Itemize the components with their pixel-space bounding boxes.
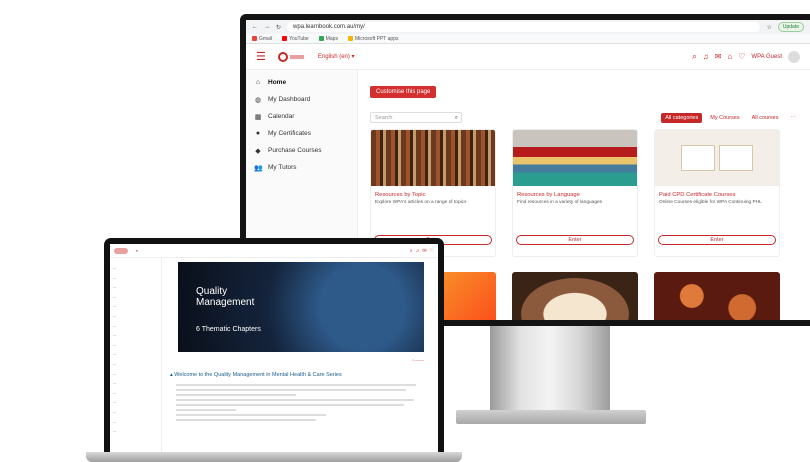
bell-icon[interactable]: ♫ [416,248,420,254]
gmail-icon [252,36,257,41]
sidebar-item[interactable]: — [110,379,161,389]
card-open-book-image[interactable] [512,272,638,320]
bookmarks-bar: Gmail YouTube Maps Microsoft PPT apps [246,34,810,44]
customise-page-button[interactable]: Customise this page [370,86,437,98]
monitor-stand [490,326,610,414]
sidebar-item[interactable]: — [110,389,161,399]
sidebar-item[interactable]: — [110,360,161,370]
language-selector[interactable]: ▾ [136,249,138,253]
bookmark-gmail[interactable]: Gmail [252,36,272,42]
search-icon: ⌕ [454,115,458,121]
sidebar-item[interactable]: — [110,341,161,351]
laptop-main-content: Quality Management 6 Thematic Chapters ▪… [168,262,434,424]
sidebar-item[interactable]: — [110,398,161,408]
menu-icon[interactable]: ☰ [256,50,266,63]
card-virus-image[interactable] [654,272,780,320]
forward-icon[interactable]: → [264,24,270,30]
chat-icon[interactable]: ✉ [422,248,426,254]
users-icon: 👥 [254,164,263,172]
laptop-sidebar: — — — — — — — — — — — — — — — — — — [110,258,162,454]
sidebar-item[interactable]: — [110,283,161,293]
sidebar-item[interactable]: — [110,302,161,312]
sidebar-item[interactable]: — [110,350,161,360]
category-filters: All categories My Courses All courses ⋯ [661,112,801,123]
app-header: ☰ English (en) ▾ ⌕ ♫ ✉ ⌂ ♡ WPA Guest [246,44,810,70]
bell-icon[interactable]: ♫ [703,52,709,61]
sidebar-item[interactable]: — [110,418,161,428]
card-resources-language[interactable]: Resources by Language Find resources in … [512,129,638,257]
sidebar-item-home[interactable]: ⌂ Home [246,74,357,91]
dashboard-icon: ◍ [254,96,262,104]
basket-icon[interactable]: ⌂ [727,52,732,61]
bookshelf-image [371,130,495,186]
youtube-icon [282,36,288,41]
user-name[interactable]: WPA Guest [751,54,782,60]
maps-icon [318,36,324,41]
search-icon[interactable]: ⌕ [692,52,696,62]
search-icon[interactable]: ⌕ [410,248,413,254]
home-icon: ⌂ [255,79,261,86]
laptop-screen: ▾ ⌕ ♫ ✉ ♡ — — — — — — — — — — — — — — — … [110,244,438,454]
more-icon[interactable]: ⋯ [787,113,801,123]
heart-icon[interactable]: ♡ [430,248,434,254]
filter-my-courses[interactable]: My Courses [706,113,743,123]
welcome-text [168,384,434,421]
search-input[interactable]: Search ⌕ [370,112,462,123]
filter-all-courses[interactable]: All courses [748,113,783,123]
language-selector[interactable]: English (en) ▾ [318,53,355,60]
star-icon[interactable]: ☆ [766,24,771,31]
main-content: Customise this page Search ⌕ All categori… [370,80,800,257]
avatar[interactable] [788,50,800,63]
bookmark-microsoft[interactable]: Microsoft PPT apps [347,36,399,42]
sidebar-item-purchase[interactable]: ◆ Purchase Courses [246,142,357,159]
laptop-base [86,452,462,462]
sidebar-item-dashboard[interactable]: ◍ My Dashboard [246,91,357,108]
edit-link[interactable]: ▪ ——— [168,358,434,362]
sidebar-item[interactable]: — [110,331,161,341]
bookmark-maps[interactable]: Maps [318,36,338,42]
sidebar-item[interactable]: — [110,427,161,437]
banner-title: Quality Management [196,286,255,308]
microsoft-icon [347,36,353,41]
update-button[interactable]: Update [777,22,804,32]
enter-button[interactable]: Enter [516,235,634,245]
tag-icon: ◆ [255,147,261,155]
sidebar-item[interactable]: — [110,312,161,322]
course-banner: Quality Management 6 Thematic Chapters [178,262,424,352]
address-bar[interactable]: wpa.learnbook.com.au/my/ [287,22,761,32]
sidebar-item[interactable]: — [110,370,161,380]
site-logo[interactable] [114,247,128,254]
calendar-icon: ▦ [254,113,262,121]
header-icons: ⌕ ♫ ✉ ⌂ ♡ WPA Guest [692,50,800,63]
certificate-icon: ● [255,130,261,137]
sidebar-item-certificates[interactable]: ● My Certificates [246,125,357,142]
filter-row: Search ⌕ All categories My Courses All co… [370,112,800,123]
sidebar-item[interactable]: — [110,322,161,332]
language-books-image [513,130,637,186]
heart-icon[interactable]: ♡ [738,52,745,61]
monitor-stand-base [456,410,646,424]
enter-button[interactable]: Enter [658,235,776,245]
welcome-heading: ▴ Welcome to the Quality Management in M… [170,372,342,378]
banner-subtitle: 6 Thematic Chapters [196,326,261,333]
sidebar-item-tutors[interactable]: 👥 My Tutors [246,159,357,176]
laptop-app-header: ▾ ⌕ ♫ ✉ ♡ [110,244,438,258]
browser-toolbar: ← → ↻ wpa.learnbook.com.au/my/ ☆ Update [246,20,810,34]
certificate-image [655,130,779,186]
reload-icon[interactable]: ↻ [276,24,281,31]
sidebar-item[interactable]: — [110,274,161,284]
site-logo[interactable] [277,51,306,63]
bookmark-youtube[interactable]: YouTube [282,36,309,42]
sidebar-item-calendar[interactable]: ▦ Calendar [246,108,357,125]
sidebar-item[interactable]: — [110,408,161,418]
sidebar-item[interactable]: — [110,264,161,274]
back-icon[interactable]: ← [252,24,258,30]
filter-all-categories[interactable]: All categories [661,112,703,123]
header-icons: ⌕ ♫ ✉ ♡ [410,248,434,254]
card-cpd-courses[interactable]: Paid CPD Certificate Courses Online Cour… [654,129,780,257]
chat-icon[interactable]: ✉ [715,52,722,61]
sidebar-item[interactable]: — [110,293,161,303]
